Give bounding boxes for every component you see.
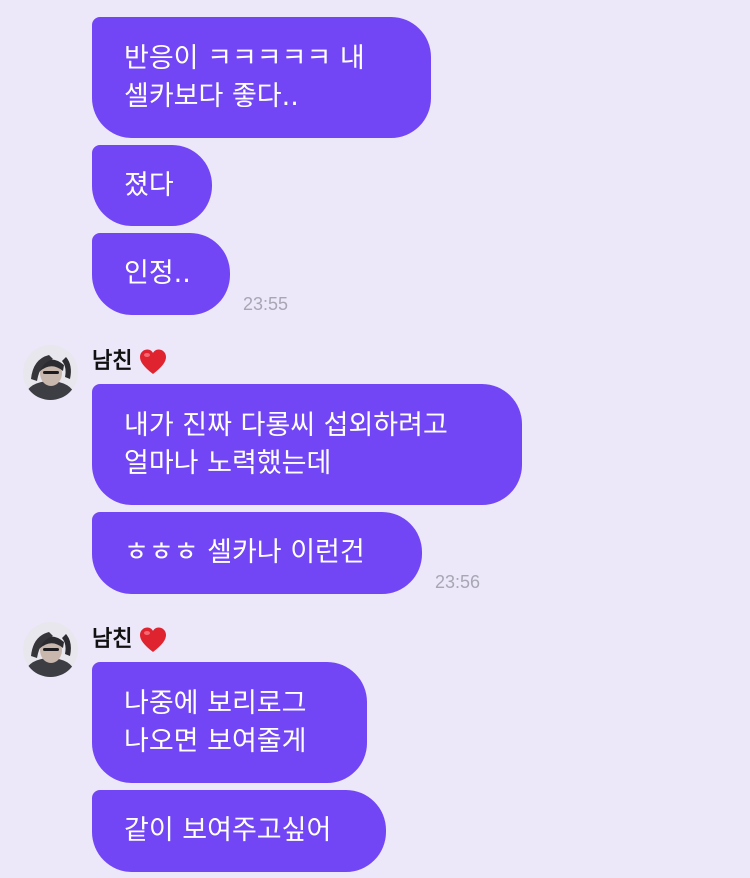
- message-text: 나중에 보리로그 나오면 보여줄게: [124, 687, 307, 757]
- sender-avatar[interactable]: [23, 622, 78, 677]
- sender-name-row: 남친: [92, 625, 168, 655]
- message-text: 반응이 ㅋㅋㅋㅋㅋ 내 셀카보다 좋다..: [124, 42, 365, 112]
- profile-photo-avatar: [23, 345, 78, 400]
- sender-name: 남친: [92, 349, 133, 374]
- message-text: 졌다: [124, 169, 174, 201]
- message-text: 인정..: [124, 258, 191, 289]
- message-bubble[interactable]: 졌다: [92, 145, 212, 226]
- message-timestamp: 23:56: [435, 572, 481, 592]
- message-bubble[interactable]: 나중에 보리로그 나오면 보여줄게: [92, 662, 367, 783]
- message-bubble[interactable]: 내가 진짜 다롱씨 섭외하려고 얼마나 노력했는데: [92, 384, 522, 505]
- message-text: 내가 진짜 다롱씨 섭외하려고 얼마나 노력했는데: [124, 409, 448, 479]
- message-text: 같이 보여주고싶어: [124, 815, 332, 846]
- message-timestamp: 23:55: [243, 294, 289, 314]
- profile-photo-avatar: [23, 622, 78, 677]
- sender-name-row: 남친: [92, 347, 168, 377]
- message-text: ㅎㅎㅎ 셀카나 이런건: [124, 537, 365, 568]
- red-heart-icon: [138, 625, 168, 655]
- message-bubble[interactable]: 같이 보여주고싶어: [92, 790, 386, 872]
- red-heart-icon: [138, 347, 168, 377]
- message-bubble[interactable]: 반응이 ㅋㅋㅋㅋㅋ 내 셀카보다 좋다..: [92, 17, 431, 138]
- message-bubble[interactable]: ㅎㅎㅎ 셀카나 이런건: [92, 512, 422, 594]
- message-bubble[interactable]: 인정..: [92, 233, 230, 315]
- sender-name: 남친: [92, 627, 133, 652]
- sender-avatar[interactable]: [23, 345, 78, 400]
